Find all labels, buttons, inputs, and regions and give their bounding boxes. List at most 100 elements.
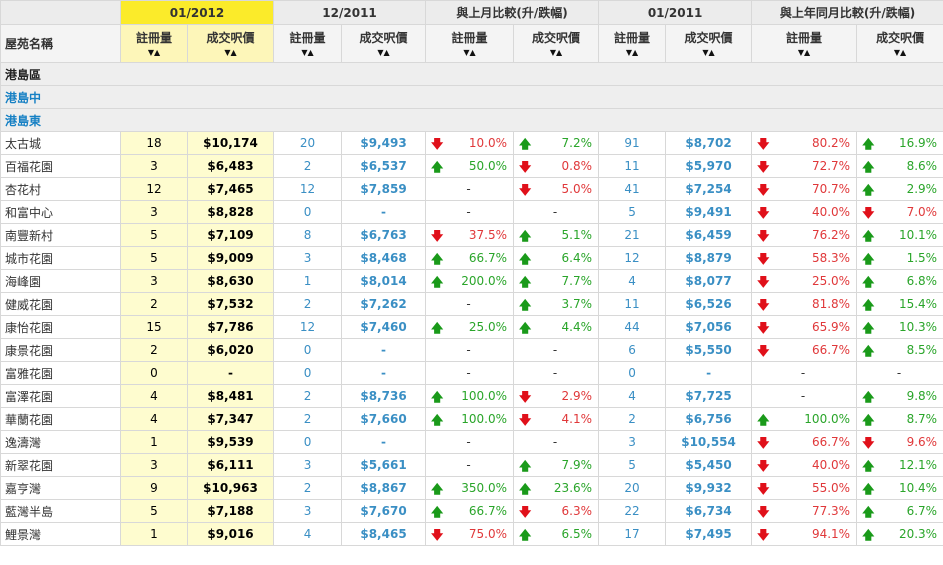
- estate-name[interactable]: 逸濤灣: [0, 430, 121, 454]
- district-link-hk-central[interactable]: 港島中: [0, 85, 943, 109]
- arrow-down-icon: 🡇: [757, 229, 770, 243]
- arrow-up-icon: 🡅: [862, 252, 875, 266]
- prev-month-registrations: 12: [273, 315, 343, 339]
- estate-name[interactable]: 康怡花園: [0, 315, 121, 339]
- prev-year-avg-price: $10,554: [665, 430, 753, 454]
- prev-year-avg-price: $5,970: [665, 154, 753, 178]
- estate-name[interactable]: 健威花園: [0, 292, 121, 316]
- change-value: 80.2%: [811, 136, 851, 150]
- estate-name[interactable]: 華蘭花園: [0, 407, 121, 431]
- arrow-down-icon: 🡇: [519, 505, 532, 519]
- arrow-up-icon: 🡅: [519, 252, 532, 266]
- sort-arrows-icon[interactable]: ▼▲: [756, 48, 852, 58]
- sort-header-prev-year-price[interactable]: 成交呎價 ▼▲: [665, 24, 753, 63]
- change-value: 10.3%: [898, 320, 938, 334]
- district-row[interactable]: 港島東: [0, 108, 943, 132]
- change-value: 9.8%: [906, 389, 938, 403]
- prev-year-avg-price: $8,077: [665, 269, 753, 293]
- yoy-price-change: 🡇 9.6%: [856, 430, 943, 454]
- current-avg-price: $7,532: [186, 292, 275, 316]
- estate-name[interactable]: 嘉亨灣: [0, 476, 121, 500]
- change-value: 0.8%: [561, 159, 593, 173]
- district-link-hk-east[interactable]: 港島東: [0, 108, 943, 132]
- estate-name[interactable]: 杏花村: [0, 177, 121, 201]
- yoy-registrations-change: 🡇 76.2%: [751, 223, 858, 247]
- arrow-up-icon: 🡅: [431, 482, 444, 496]
- change-value: 8.5%: [906, 343, 938, 357]
- mom-price-change: 🡇 4.1%: [513, 407, 600, 431]
- arrow-down-icon: 🡇: [862, 206, 875, 220]
- arrow-up-icon: 🡅: [431, 275, 444, 289]
- prev-year-registrations: 20: [598, 476, 667, 500]
- estate-name[interactable]: 鯉景灣: [0, 522, 121, 546]
- sort-header-current-reg[interactable]: 註冊量 ▼▲: [120, 24, 188, 63]
- yoy-registrations-change: 🡅 100.0%: [751, 407, 858, 431]
- yoy-price-change: 🡅 6.7%: [856, 499, 943, 523]
- prev-month-avg-price: $8,014: [341, 269, 427, 293]
- change-value: 8.6%: [906, 159, 938, 173]
- sort-arrows-icon[interactable]: ▼▲: [603, 48, 661, 58]
- sort-arrows-icon[interactable]: ▼▲: [518, 48, 594, 58]
- arrow-up-icon: 🡅: [519, 528, 532, 542]
- prev-year-registrations: 4: [598, 269, 667, 293]
- prev-year-registrations: 21: [598, 223, 667, 247]
- change-value: 76.2%: [811, 228, 851, 242]
- estate-name[interactable]: 和富中心: [0, 200, 121, 224]
- estate-name[interactable]: 太古城: [0, 131, 121, 155]
- estate-name[interactable]: 康景花園: [0, 338, 121, 362]
- current-avg-price: $8,828: [186, 200, 275, 224]
- prev-month-registrations: 1: [273, 269, 343, 293]
- sort-arrows-icon[interactable]: ▼▲: [861, 48, 939, 58]
- sort-header-mom-reg[interactable]: 註冊量 ▼▲: [425, 24, 515, 63]
- estate-name[interactable]: 富澤花園: [0, 384, 121, 408]
- change-value: -: [466, 435, 471, 449]
- change-value: 3.7%: [561, 297, 593, 311]
- mom-registrations-change: -: [425, 430, 515, 454]
- estate-name[interactable]: 藍灣半島: [0, 499, 121, 523]
- arrow-up-icon: 🡅: [519, 321, 532, 335]
- sort-header-current-price[interactable]: 成交呎價 ▼▲: [186, 24, 275, 63]
- table-row: 南豐新村 5 $7,109 8 $6,763 🡇 37.5% 🡅 5.1% 21 $6,459 🡇 76…: [0, 223, 943, 247]
- sort-arrows-icon[interactable]: ▼▲: [192, 48, 269, 58]
- arrow-up-icon: 🡅: [519, 275, 532, 289]
- sort-header-prev-year-reg[interactable]: 註冊量 ▼▲: [598, 24, 667, 63]
- estate-name[interactable]: 百福花園: [0, 154, 121, 178]
- arrow-down-icon: 🡇: [757, 482, 770, 496]
- change-value: 58.3%: [811, 251, 851, 265]
- arrow-down-icon: 🡇: [519, 160, 532, 174]
- sort-header-yoy-price[interactable]: 成交呎價 ▼▲: [856, 24, 943, 63]
- mom-registrations-change: -: [425, 200, 515, 224]
- change-value: 1.5%: [906, 251, 938, 265]
- sort-arrows-icon[interactable]: ▼▲: [430, 48, 509, 58]
- sort-header-prev-month-price[interactable]: 成交呎價 ▼▲: [341, 24, 427, 63]
- change-value: 25.0%: [811, 274, 851, 288]
- sort-arrows-icon[interactable]: ▼▲: [346, 48, 421, 58]
- prev-month-registrations: 2: [273, 407, 343, 431]
- yoy-registrations-change: 🡇 77.3%: [751, 499, 858, 523]
- estate-name[interactable]: 新翠花園: [0, 453, 121, 477]
- estate-name[interactable]: 南豐新村: [0, 223, 121, 247]
- sort-header-mom-price[interactable]: 成交呎價 ▼▲: [513, 24, 600, 63]
- sort-header-prev-month-reg[interactable]: 註冊量 ▼▲: [273, 24, 343, 63]
- prev-month-registrations: 3: [273, 453, 343, 477]
- current-registrations: 4: [120, 384, 188, 408]
- table-row: 太古城 18 $10,174 20 $9,493 🡇 10.0% 🡅 7.2% 91 $8,702 🡇…: [0, 131, 943, 155]
- prev-year-registrations: 2: [598, 407, 667, 431]
- sort-header-yoy-reg[interactable]: 註冊量 ▼▲: [751, 24, 858, 63]
- period-mom-compare: 與上月比較(升/跌幅): [425, 0, 600, 25]
- yoy-registrations-change: 🡇 66.7%: [751, 430, 858, 454]
- sort-arrows-icon[interactable]: ▼▲: [125, 48, 183, 58]
- prev-month-registrations: 4: [273, 522, 343, 546]
- sort-arrows-icon[interactable]: ▼▲: [278, 48, 337, 58]
- current-avg-price: -: [186, 361, 275, 385]
- sort-arrows-icon[interactable]: ▼▲: [670, 48, 747, 58]
- yoy-price-change: 🡅 8.5%: [856, 338, 943, 362]
- blank-header: [0, 0, 121, 25]
- yoy-registrations-change: 🡇 80.2%: [751, 131, 858, 155]
- estate-name[interactable]: 海峰園: [0, 269, 121, 293]
- estate-name[interactable]: 城市花園: [0, 246, 121, 270]
- estate-name[interactable]: 富雅花園: [0, 361, 121, 385]
- prev-month-registrations: 0: [273, 200, 343, 224]
- district-row[interactable]: 港島中: [0, 85, 943, 109]
- prev-month-avg-price: $7,670: [341, 499, 427, 523]
